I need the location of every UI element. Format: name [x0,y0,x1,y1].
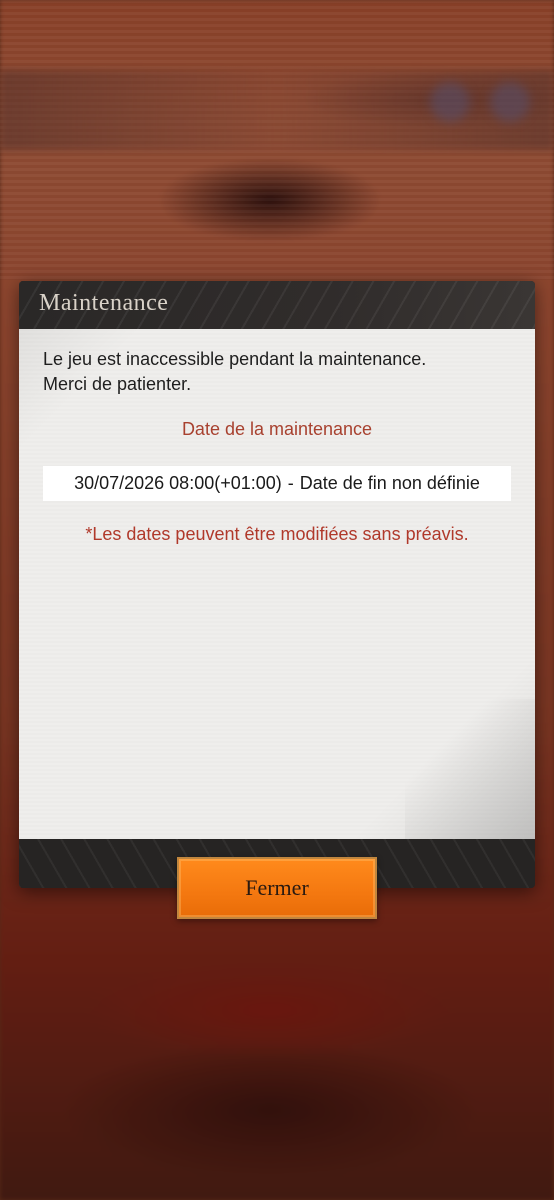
start-date: 30/07/2026 08:00(+01:00) [74,473,282,493]
screen: Maintenance Le jeu est inaccessible pend… [0,0,554,1200]
date-separator: - [287,473,294,493]
message-line: Le jeu est inaccessible pendant la maint… [43,349,427,369]
close-button-label: Fermer [245,875,309,900]
date-change-notice: *Les dates peuvent être modifiées sans p… [85,524,469,544]
dialog-header: Maintenance [19,281,535,329]
dialog-body: Le jeu est inaccessible pendant la maint… [19,329,535,839]
dialog-title: Maintenance [39,290,169,316]
message-line: Merci de patienter. [43,374,192,394]
maintenance-date-box: 30/07/2026 08:00(+01:00) - Date de fin n… [43,466,511,501]
close-button[interactable]: Fermer [177,857,377,919]
end-date: Date de fin non définie [299,473,480,493]
date-heading: Date de la maintenance [181,419,373,439]
maintenance-message: Le jeu est inaccessible pendant la maint… [43,347,513,397]
maintenance-dialog: Maintenance Le jeu est inaccessible pend… [19,281,535,888]
decorative-corner [405,699,535,839]
